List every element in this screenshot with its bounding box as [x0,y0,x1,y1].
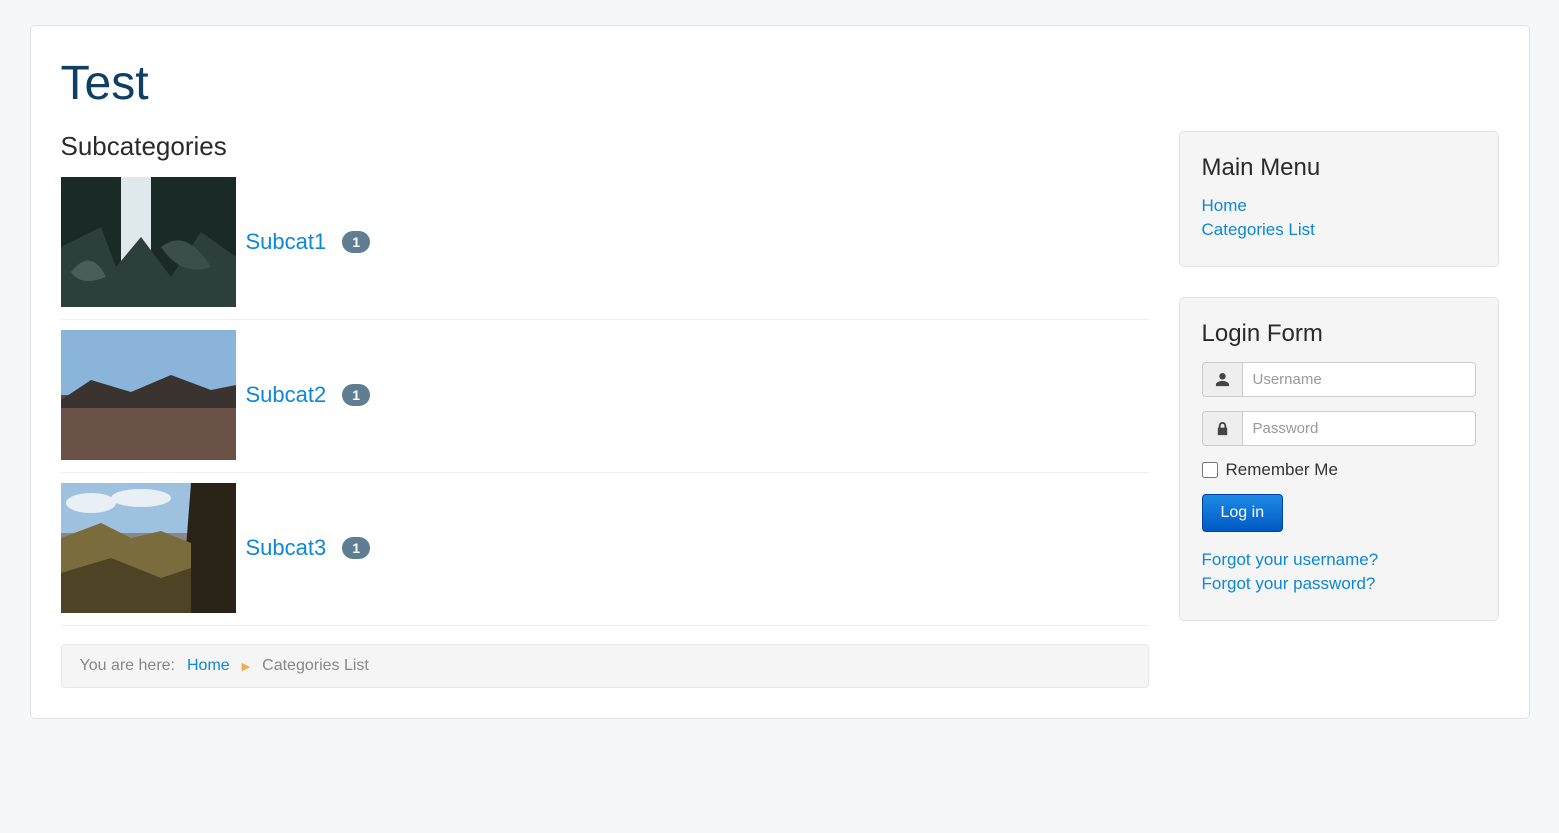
login-form-module: Login Form Remember Me [1179,297,1499,621]
subcategory-count-badge: 1 [342,231,370,253]
login-help-links: Forgot your username? Forgot your passwo… [1202,550,1476,594]
subcategory-thumbnail[interactable] [61,177,236,307]
breadcrumb-separator-icon: ▶ [242,660,250,673]
subcategory-thumbnail[interactable] [61,330,236,460]
sidebar: Main Menu Home Categories List Login For… [1179,131,1499,688]
main-menu-module: Main Menu Home Categories List [1179,131,1499,267]
forgot-username-link[interactable]: Forgot your username? [1202,550,1476,570]
user-icon [1202,362,1242,397]
subcategories-heading: Subcategories [61,131,1149,162]
breadcrumb-home-link[interactable]: Home [187,657,230,675]
username-input[interactable] [1242,362,1476,397]
subcategory-count-badge: 1 [342,384,370,406]
main-menu-heading: Main Menu [1202,154,1476,182]
forgot-password-link[interactable]: Forgot your password? [1202,574,1476,594]
menu-item-categories-list[interactable]: Categories List [1202,220,1315,239]
subcategory-link[interactable]: Subcat2 [246,382,327,408]
subcategory-row: Subcat2 1 [61,320,1149,473]
main-content: Subcategories Subcat1 1 [61,131,1149,688]
breadcrumb-current: Categories List [262,657,369,675]
remember-me-label[interactable]: Remember Me [1202,460,1476,480]
subcategory-row: Subcat3 1 [61,473,1149,626]
breadcrumb: You are here: Home ▶ Categories List [61,644,1149,688]
remember-me-text: Remember Me [1226,460,1338,480]
main-menu-list: Home Categories List [1202,196,1476,240]
menu-item-home[interactable]: Home [1202,196,1247,215]
password-field-group [1202,411,1476,446]
subcategory-link[interactable]: Subcat3 [246,535,327,561]
page-container: Test Subcategories Subcat1 1 [30,25,1530,719]
subcategory-thumbnail[interactable] [61,483,236,613]
lock-icon [1202,411,1242,446]
breadcrumb-prefix: You are here: [80,657,175,675]
subcategory-link[interactable]: Subcat1 [246,229,327,255]
login-form-heading: Login Form [1202,320,1476,348]
subcategory-count-badge: 1 [342,537,370,559]
login-button[interactable]: Log in [1202,494,1284,532]
layout: Subcategories Subcat1 1 [61,131,1499,688]
username-field-group [1202,362,1476,397]
remember-me-checkbox[interactable] [1202,462,1218,478]
password-input[interactable] [1242,411,1476,446]
subcategory-row: Subcat1 1 [61,177,1149,320]
page-title: Test [61,56,1499,111]
